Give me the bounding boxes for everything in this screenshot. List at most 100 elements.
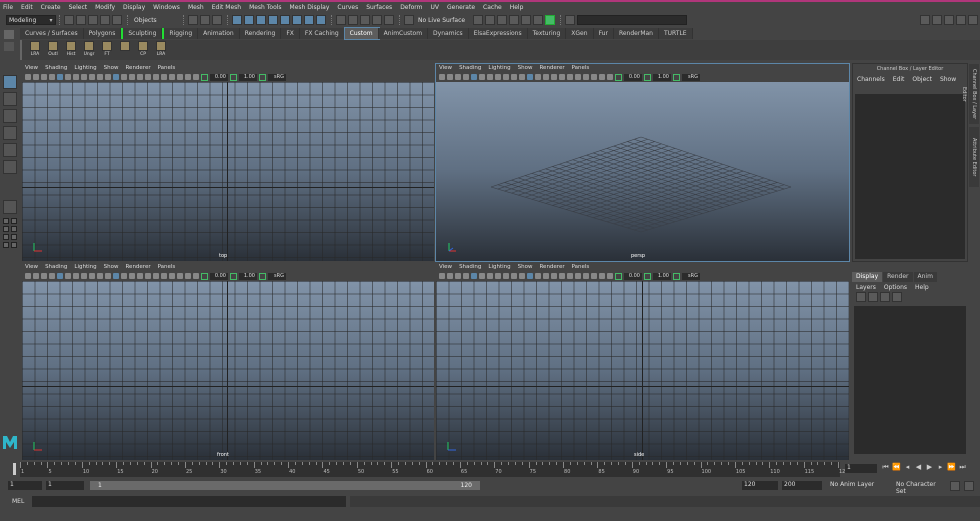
camera-attr-icon[interactable] (447, 273, 453, 279)
menu-uv[interactable]: UV (431, 4, 440, 11)
shadows-icon[interactable] (567, 74, 573, 80)
exposure-toggle-icon[interactable] (615, 73, 622, 81)
viewport-canvas[interactable]: side (436, 281, 849, 460)
mask-curve-icon[interactable] (256, 15, 266, 25)
viewport-canvas[interactable]: front (22, 281, 434, 460)
camera-icon[interactable] (439, 74, 445, 80)
shelf-button[interactable]: Outl (44, 40, 62, 60)
step-back-frame-icon[interactable]: ◂ (902, 463, 913, 472)
viewport-menu-renderer[interactable]: Renderer (125, 264, 150, 270)
undo-icon[interactable] (100, 15, 110, 25)
shelf-menu-gear-icon[interactable] (4, 30, 14, 39)
tool-settings-toggle-icon[interactable] (956, 15, 966, 25)
camera-attr-icon[interactable] (33, 273, 39, 279)
exposure-field[interactable]: 0.00 (624, 73, 642, 81)
play-forwards-icon[interactable]: ▶ (924, 463, 935, 472)
pick-mask-icon[interactable] (232, 15, 242, 25)
gamma-toggle-icon[interactable] (644, 272, 651, 280)
snap-point-icon[interactable] (360, 15, 370, 25)
auto-key-icon[interactable] (950, 481, 960, 491)
selection-mode[interactable]: Objects (132, 15, 180, 25)
snap-surface-icon[interactable] (384, 15, 394, 25)
viewport-menu-panels[interactable]: Panels (572, 264, 590, 270)
select-hierarchy-icon[interactable] (188, 15, 198, 25)
ao-icon[interactable] (161, 273, 167, 279)
shelf-button[interactable]: Ungr (80, 40, 98, 60)
color-management-icon[interactable] (673, 272, 680, 280)
field-chart-icon[interactable] (89, 74, 95, 80)
layer-tab-anim[interactable]: Anim (913, 272, 937, 282)
exposure-field[interactable]: 0.00 (210, 272, 228, 280)
layout-graph-icon[interactable] (11, 234, 17, 240)
camera-attr-icon[interactable] (447, 74, 453, 80)
image-plane-icon[interactable] (463, 74, 469, 80)
shadows-icon[interactable] (567, 273, 573, 279)
xray-joints-icon[interactable] (607, 273, 613, 279)
shelf-tab-texturing[interactable]: Texturing (527, 28, 567, 39)
grid-icon[interactable] (57, 273, 63, 279)
view-transform-field[interactable]: sRG (268, 73, 286, 81)
anim-prefs-icon[interactable] (964, 481, 974, 491)
step-forward-frame-icon[interactable]: ▸ (935, 463, 946, 472)
shelf-button[interactable]: Hist (62, 40, 80, 60)
lights-icon[interactable] (145, 74, 151, 80)
default-material-icon[interactable] (129, 273, 135, 279)
new-scene-icon[interactable] (64, 15, 74, 25)
textured-icon[interactable] (551, 74, 557, 80)
menu-edit[interactable]: Edit (21, 4, 33, 11)
command-input[interactable] (32, 496, 346, 507)
current-frame-field[interactable]: 1 (845, 464, 877, 473)
exposure-toggle-icon[interactable] (201, 73, 208, 81)
lights-icon[interactable] (559, 74, 565, 80)
grid-icon[interactable] (471, 273, 477, 279)
shelf-tab-rendering[interactable]: Rendering (239, 28, 282, 39)
viewport-menu-view[interactable]: View (25, 65, 38, 71)
step-forward-key-icon[interactable]: ⏩ (946, 463, 957, 472)
shelf-button[interactable] (116, 40, 134, 60)
viewport-menu-panels[interactable]: Panels (572, 65, 590, 71)
wireframe-icon[interactable] (113, 74, 119, 80)
safe-title-icon[interactable] (105, 74, 111, 80)
channel-box-menu-channels[interactable]: Channels (857, 76, 885, 83)
menu-mesh-display[interactable]: Mesh Display (290, 4, 330, 11)
lasso-tool-icon[interactable] (3, 92, 17, 106)
layout-hypershade-icon[interactable] (3, 242, 9, 248)
field-chart-icon[interactable] (503, 74, 509, 80)
shelf-tab-dynamics[interactable]: Dynamics (428, 28, 469, 39)
new-layer-selected-icon[interactable] (892, 292, 902, 302)
go-to-start-icon[interactable]: ⏮ (880, 463, 891, 472)
channel-box-menu-object[interactable]: Object (912, 76, 932, 83)
shelf-tab-rigging[interactable]: Rigging (162, 28, 199, 39)
mask-surface-icon[interactable] (268, 15, 278, 25)
bookmark-icon[interactable] (41, 273, 47, 279)
menu-surfaces[interactable]: Surfaces (366, 4, 392, 11)
default-material-icon[interactable] (543, 273, 549, 279)
menu-modify[interactable]: Modify (95, 4, 115, 11)
viewport-menu-renderer[interactable]: Renderer (539, 264, 564, 270)
render-settings-icon[interactable] (509, 15, 520, 25)
shelf-tab-polygons[interactable]: Polygons (83, 28, 122, 39)
shelf-tab-turtle[interactable]: TURTLE (659, 28, 693, 39)
safe-action-icon[interactable] (97, 74, 103, 80)
snap-curve-icon[interactable] (348, 15, 358, 25)
scene-start-field[interactable]: 1 (8, 481, 42, 490)
exposure-field[interactable]: 0.00 (210, 73, 228, 81)
channel-box-menu-show[interactable]: Show (940, 76, 956, 83)
mask-misc-icon[interactable] (316, 15, 326, 25)
wireframe-icon[interactable] (527, 273, 533, 279)
xray-joints-icon[interactable] (193, 273, 199, 279)
lights-icon[interactable] (559, 273, 565, 279)
wireframe-icon[interactable] (113, 273, 119, 279)
film-gate-icon[interactable] (479, 273, 485, 279)
play-backwards-icon[interactable]: ◀ (913, 463, 924, 472)
mask-joint-icon[interactable] (244, 15, 254, 25)
go-to-end-icon[interactable]: ⏭ (957, 463, 968, 472)
menu-curves[interactable]: Curves (337, 4, 358, 11)
time-slider[interactable]: 1 5 10 15 20 25 30 35 40 45 50 55 60 65 70 75 80 85 90 95 10… (20, 462, 849, 477)
camera-icon[interactable] (439, 273, 445, 279)
layer-up-icon[interactable] (856, 292, 866, 302)
single-perspective-icon[interactable] (3, 200, 17, 214)
menu-display[interactable]: Display (123, 4, 145, 11)
workspace-icon[interactable] (920, 15, 930, 25)
gamma-toggle-icon[interactable] (644, 73, 651, 81)
